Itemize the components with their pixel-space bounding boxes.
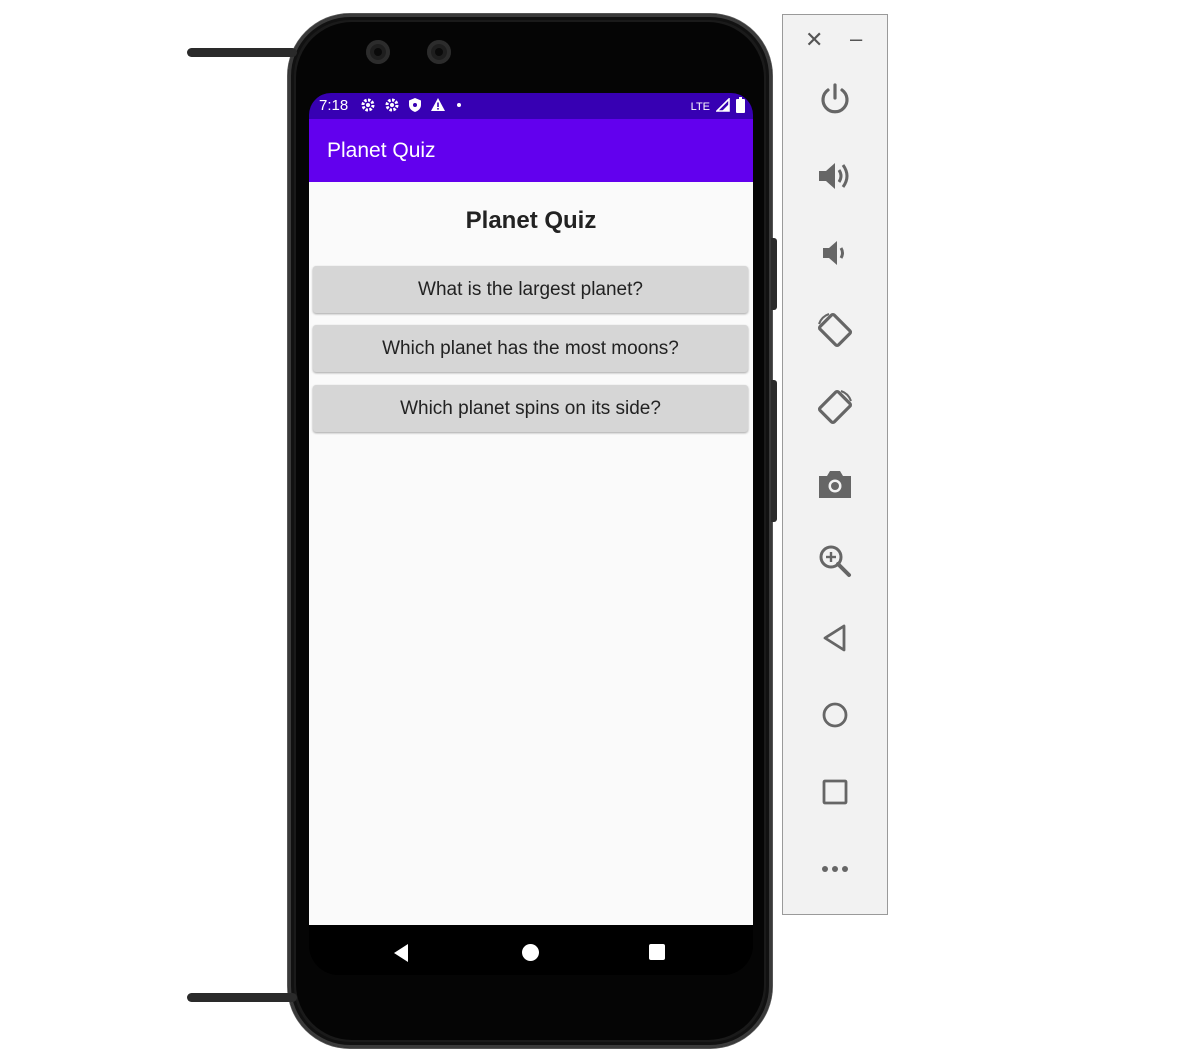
nav-back-icon[interactable] [394,944,408,962]
navigation-bar [309,925,753,975]
question-button-spins-on-side[interactable]: Which planet spins on its side? [313,385,748,432]
camera-icon[interactable] [811,460,859,508]
question-button-most-moons[interactable]: Which planet has the most moons? [313,325,748,372]
phone-screen: 7:18 LTE Planet Quiz Planet Quiz What is… [309,93,753,975]
phone-volume-keys [771,380,777,522]
back-icon[interactable] [811,614,859,662]
close-icon[interactable]: ✕ [805,28,823,52]
app-bar: Planet Quiz [309,119,753,182]
status-bar: 7:18 LTE [309,93,753,119]
network-type-label: LTE [690,100,710,113]
status-time: 7:18 [319,97,349,114]
rotate-left-icon[interactable] [811,306,859,354]
nav-recents-icon[interactable] [649,944,665,960]
overview-icon[interactable] [811,768,859,816]
settings-icon [384,97,400,116]
battery-icon [736,97,745,116]
warning-icon [430,97,446,116]
front-sensor-icon [427,40,451,64]
volume-down-icon[interactable] [811,229,859,277]
top-speaker-grille [187,48,297,57]
volume-up-icon[interactable] [811,152,859,200]
app-bar-title: Planet Quiz [327,139,436,162]
home-icon[interactable] [811,691,859,739]
question-button-largest-planet[interactable]: What is the largest planet? [313,266,748,313]
more-icon[interactable] [811,845,859,893]
shield-icon [408,97,422,116]
page-title: Planet Quiz [465,207,597,234]
minimize-icon[interactable]: – [850,28,862,50]
bottom-speaker-grille [187,993,297,1002]
front-camera-icon [366,40,390,64]
phone-power-key [771,238,777,310]
settings-icon [360,97,376,116]
status-system-icons: LTE [691,97,745,116]
rotate-right-icon[interactable] [811,383,859,431]
zoom-icon[interactable] [811,537,859,585]
signal-icon [715,97,730,115]
status-notification-icons [360,97,464,116]
dot-icon [454,97,464,116]
nav-home-icon[interactable] [522,944,539,961]
emulator-toolbar: ✕ – [782,14,888,915]
power-icon[interactable] [811,75,859,123]
